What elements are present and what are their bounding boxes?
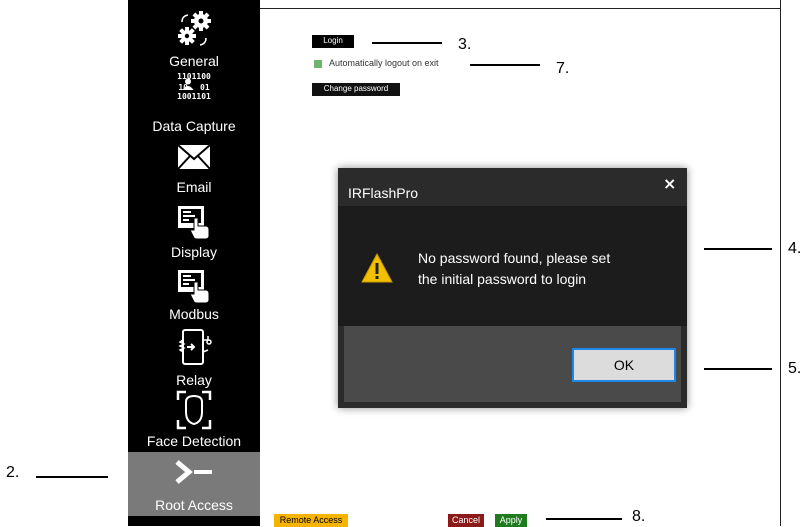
- dialog-title: IRFlashPro: [348, 185, 419, 201]
- ok-button[interactable]: OK: [572, 348, 676, 382]
- close-icon[interactable]: ×: [663, 174, 676, 193]
- callout-line-7: [470, 64, 540, 66]
- sidebar-item-label: Relay: [176, 372, 212, 388]
- remote-access-button[interactable]: Remote Access: [274, 514, 348, 527]
- face-detection-icon: [176, 390, 212, 430]
- sidebar-item-relay[interactable]: Relay: [128, 326, 260, 388]
- callout-line-8: [546, 518, 622, 520]
- dialog-message-line: No password found, please set: [418, 250, 611, 266]
- callout-line-2: [36, 476, 108, 478]
- password-dialog: IRFlashPro × No password found, please s…: [338, 168, 687, 408]
- binary-line: 01: [200, 83, 210, 92]
- sidebar-item-general[interactable]: General: [128, 8, 260, 69]
- callout-number-8: 8.: [632, 508, 646, 525]
- relay-icon: [178, 329, 212, 365]
- binary-line: 1101100: [177, 72, 211, 81]
- sidebar-item-label: Modbus: [169, 306, 219, 322]
- binary-line: 10 01: [128, 78, 260, 92]
- modbus-touch-icon: [178, 270, 210, 304]
- gears-icon: [178, 11, 211, 46]
- callout-line-3: [372, 42, 442, 44]
- callout-number-4: 4.: [788, 240, 802, 257]
- sidebar-item-display[interactable]: Display: [128, 202, 260, 262]
- callout-number-3: 3.: [458, 36, 472, 53]
- sidebar-item-root-access[interactable]: Root Access: [128, 452, 260, 516]
- sidebar-item-data-capture[interactable]: 1101100 10 01 1001101 Data Capture: [128, 72, 260, 136]
- callout-line-5: [704, 368, 772, 370]
- auto-logout-label: Automatically logout on exit: [329, 58, 439, 68]
- apply-button[interactable]: Apply: [495, 514, 527, 527]
- frame-top-border: [260, 8, 780, 9]
- sidebar-item-label: Data Capture: [152, 118, 236, 134]
- sidebar-item-label: Face Detection: [146, 433, 242, 449]
- change-password-button[interactable]: Change password: [312, 83, 400, 96]
- sidebar-item-email[interactable]: Email: [128, 140, 260, 198]
- binary-line: 1001101: [177, 92, 211, 101]
- sidebar: General 1101100 10 01 1001101 Data Captur…: [128, 0, 260, 526]
- sidebar-item-label: Root Access: [155, 497, 233, 513]
- auto-logout-checkbox[interactable]: [314, 60, 322, 68]
- callout-number-7: 7.: [556, 60, 570, 77]
- frame-right-border: [780, 0, 781, 526]
- login-button[interactable]: Login: [312, 35, 354, 48]
- sidebar-item-label: Email: [176, 179, 212, 195]
- sidebar-item-modbus[interactable]: Modbus: [128, 266, 260, 326]
- sidebar-item-face-detection[interactable]: Face Detection: [128, 390, 260, 452]
- warning-icon: [361, 252, 393, 283]
- dialog-footer: OK: [344, 326, 681, 402]
- dialog-message: No password found, please set the initia…: [418, 248, 668, 290]
- user-icon: [182, 78, 200, 90]
- dialog-body: No password found, please set the initia…: [338, 206, 687, 326]
- envelope-icon: [177, 144, 211, 170]
- sidebar-item-label: Display: [171, 244, 217, 260]
- terminal-icon: [175, 460, 212, 484]
- cancel-button[interactable]: Cancel: [448, 514, 484, 527]
- callout-number-2: 2.: [6, 464, 20, 481]
- callout-number-5: 5.: [788, 360, 802, 377]
- sidebar-item-label: General: [169, 53, 219, 69]
- dialog-message-line: the initial password to login: [418, 271, 587, 287]
- callout-line-4: [704, 248, 772, 250]
- display-touch-icon: [178, 206, 210, 240]
- data-capture-icon: 1101100 10 01 1001101: [128, 72, 260, 114]
